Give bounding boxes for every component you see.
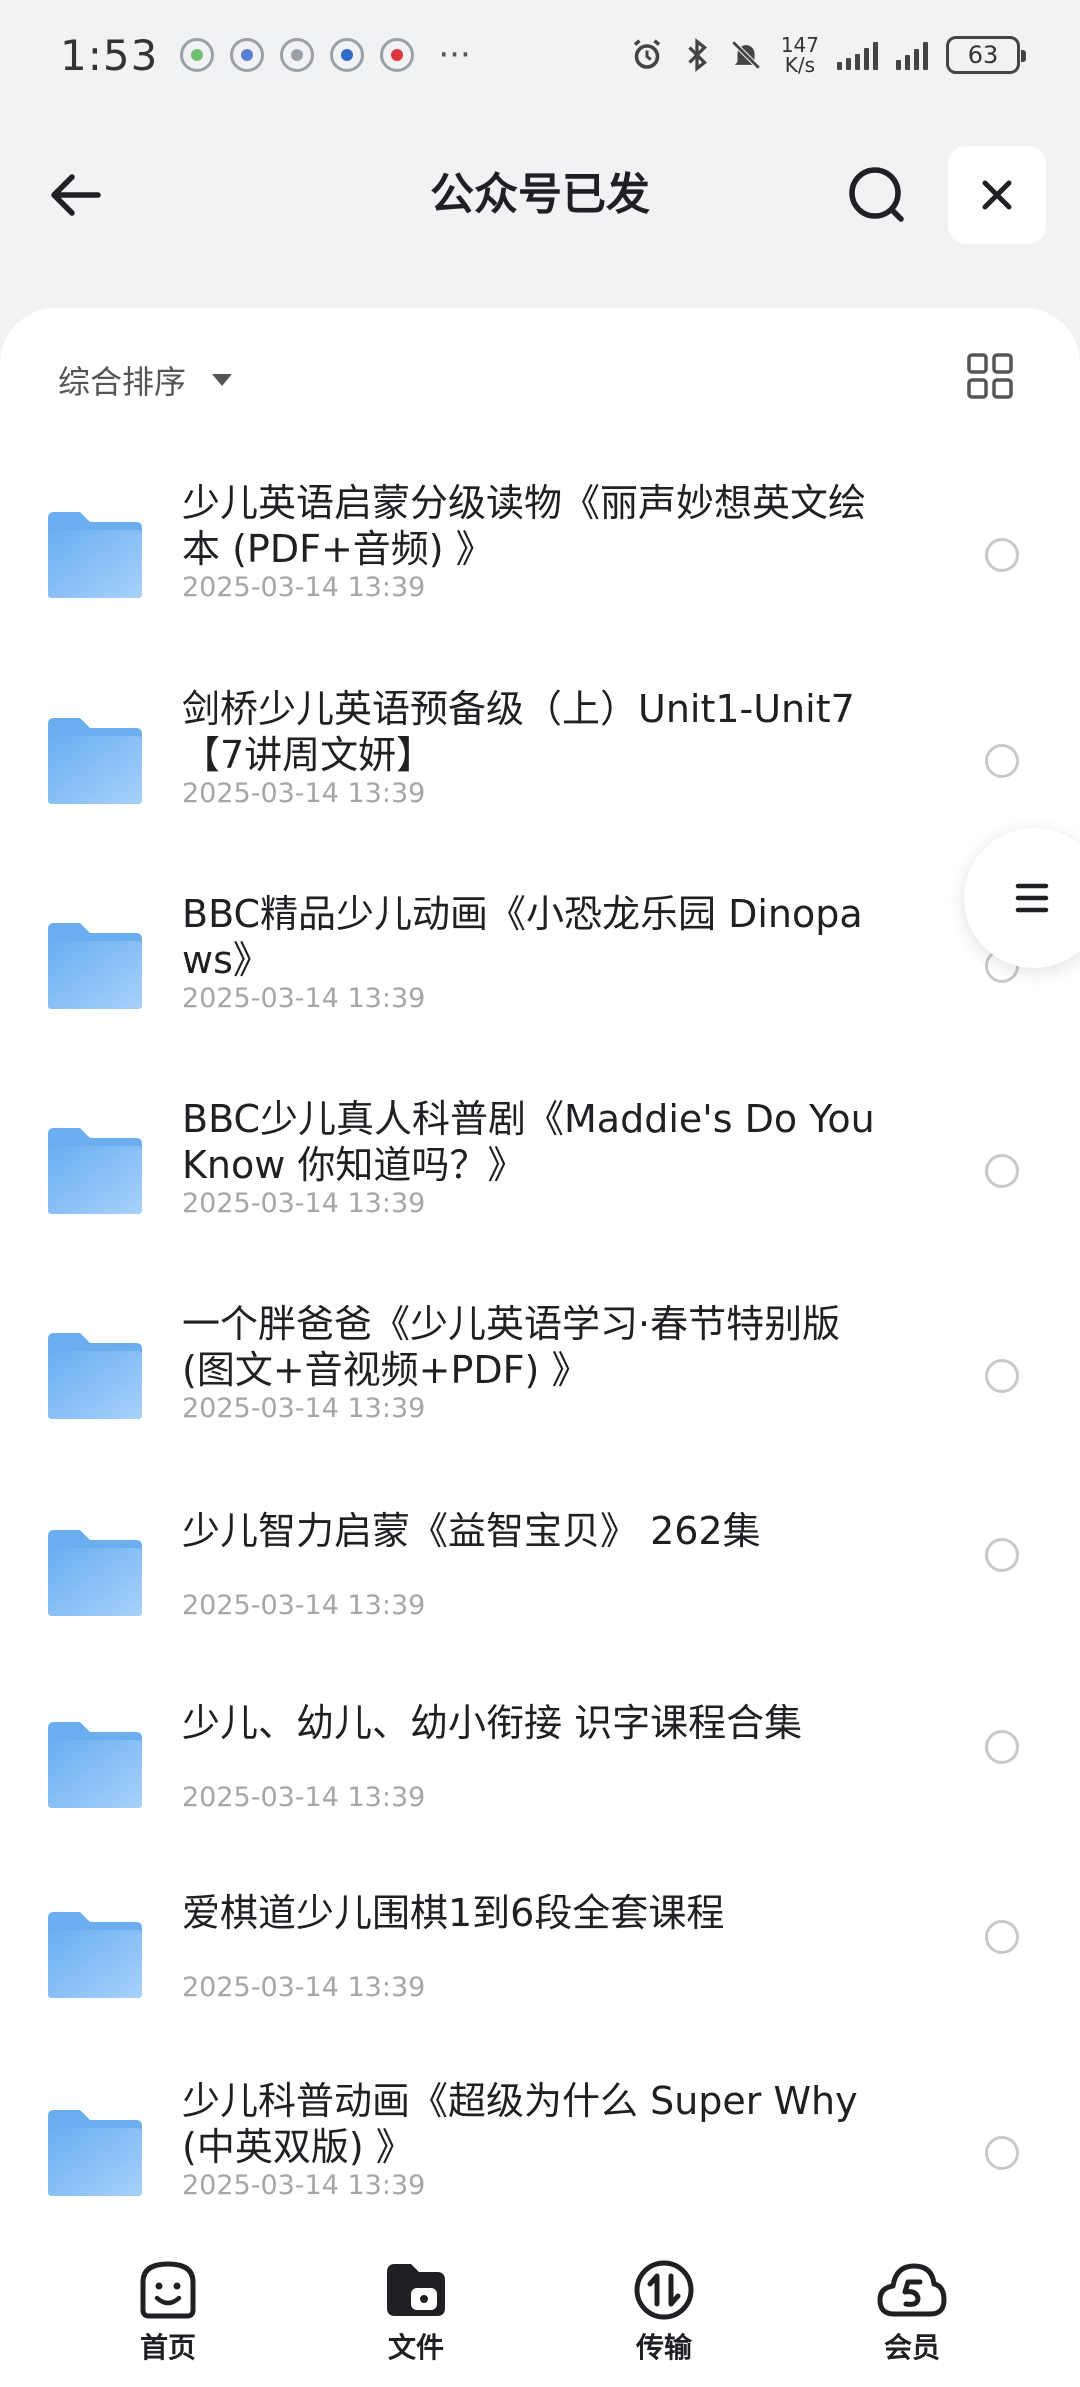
file-name: 一个胖爸爸《少儿英语学习·春节特别版 (图文+音视频+PDF) 》 — [182, 1302, 841, 1392]
select-checkbox[interactable] — [985, 1154, 1019, 1188]
status-time: 1:53 — [60, 30, 159, 80]
bottom-nav: 首页 文件 传输 会员 — [0, 2240, 1080, 2387]
file-date: 2025-03-14 13:39 — [182, 1972, 426, 2003]
folder-icon — [48, 1912, 142, 1998]
folder-icon — [48, 512, 142, 598]
folder-icon — [48, 923, 142, 1009]
network-speed: 147 K/s — [780, 33, 819, 77]
nav-vip[interactable]: 会员 — [788, 2240, 1036, 2387]
file-row[interactable]: 一个胖爸爸《少儿英语学习·春节特别版 (图文+音视频+PDF) 》 2025-03… — [0, 1301, 1080, 1481]
file-panel: 综合排序 少儿英语启蒙分级读物《丽声妙想英文绘本 (PDF+音频) 》 2025-… — [0, 308, 1080, 2387]
bluetooth-icon — [688, 38, 707, 72]
dropdown-caret-icon — [212, 374, 233, 386]
menu-list-icon — [1015, 883, 1049, 913]
nav-files[interactable]: 文件 — [292, 2240, 540, 2387]
select-checkbox[interactable] — [985, 744, 1019, 778]
select-checkbox[interactable] — [985, 538, 1019, 572]
file-date: 2025-03-14 13:39 — [182, 983, 426, 1014]
file-row[interactable]: 少儿智力启蒙《益智宝贝》 262集 2025-03-14 13:39 — [0, 1498, 1080, 1678]
file-date: 2025-03-14 13:39 — [182, 1590, 426, 1621]
file-row[interactable]: 剑桥少儿英语预备级（上）Unit1-Unit7 【7讲周文妍】 2025-03-1… — [0, 686, 1080, 866]
grid-view-icon[interactable] — [966, 352, 1014, 400]
signal-strength-icon — [896, 40, 928, 70]
file-name: 少儿、幼儿、幼小衔接 识字课程合集 — [182, 1701, 803, 1745]
select-checkbox[interactable] — [985, 1538, 1019, 1572]
file-date: 2025-03-14 13:39 — [182, 1782, 426, 1813]
close-icon — [982, 180, 1012, 210]
file-name: 少儿英语启蒙分级读物《丽声妙想英文绘本 (PDF+音频) 》 — [182, 481, 867, 571]
file-date: 2025-03-14 13:39 — [182, 572, 426, 603]
sort-dropdown[interactable]: 综合排序 — [58, 350, 233, 410]
header: 公众号已发 — [0, 130, 1080, 260]
file-date: 2025-03-14 13:39 — [182, 2170, 426, 2201]
nav-home[interactable]: 首页 — [44, 2240, 292, 2387]
file-row[interactable]: 少儿、幼儿、幼小衔接 识字课程合集 2025-03-14 13:39 — [0, 1690, 1080, 1870]
more-notifications-icon: ··· — [438, 35, 471, 75]
file-name: 少儿智力启蒙《益智宝贝》 262集 — [182, 1509, 761, 1553]
nav-label: 首页 — [139, 2331, 196, 2364]
app-notification-icon — [230, 38, 265, 72]
battery-indicator: 63 — [946, 36, 1026, 74]
home-smile-icon — [140, 2261, 196, 2319]
nav-label: 文件 — [387, 2331, 444, 2364]
mute-bell-icon — [731, 40, 761, 70]
status-bar: 1:53 ··· 147 K/s 63 — [0, 0, 1080, 110]
back-arrow-icon[interactable] — [40, 160, 110, 230]
app-notification-icon — [380, 38, 415, 72]
file-row[interactable]: BBC少儿真人科普剧《Maddie's Do You Know 你知道吗？》 20… — [0, 1096, 1080, 1276]
folder-icon — [48, 1530, 142, 1616]
sort-label: 综合排序 — [58, 363, 187, 401]
nav-label: 传输 — [635, 2331, 692, 2364]
vip-cloud-icon — [877, 2263, 947, 2317]
status-indicators: 147 K/s 63 — [629, 33, 1026, 77]
file-name: BBC少儿真人科普剧《Maddie's Do You Know 你知道吗？》 — [182, 1097, 875, 1187]
file-row[interactable]: BBC精品少儿动画《小恐龙乐园 Dinopaws》 2025-03-14 13:3… — [0, 891, 1080, 1071]
app-notification-icon — [330, 38, 365, 72]
file-row[interactable]: 少儿英语启蒙分级读物《丽声妙想英文绘本 (PDF+音频) 》 2025-03-14… — [0, 480, 1080, 660]
folder-icon — [48, 718, 142, 804]
file-name: BBC精品少儿动画《小恐龙乐园 Dinopaws》 — [182, 892, 863, 982]
file-row[interactable]: 爱棋道少儿围棋1到6段全套课程 2025-03-14 13:39 — [0, 1880, 1080, 2060]
search-icon[interactable] — [842, 160, 912, 230]
file-name: 剑桥少儿英语预备级（上）Unit1-Unit7 【7讲周文妍】 — [182, 687, 855, 777]
file-name: 少儿科普动画《超级为什么 Super Why (中英双版) 》 — [182, 2079, 858, 2169]
alarm-icon — [633, 39, 660, 69]
file-date: 2025-03-14 13:39 — [182, 1188, 426, 1219]
page-title: 公众号已发 — [430, 169, 650, 220]
select-checkbox[interactable] — [985, 1730, 1019, 1764]
folder-icon — [48, 1722, 142, 1808]
select-checkbox[interactable] — [985, 2136, 1019, 2170]
app-notification-icon — [280, 38, 315, 72]
select-checkbox[interactable] — [985, 1359, 1019, 1393]
nav-label: 会员 — [883, 2331, 940, 2364]
folder-icon — [48, 2110, 142, 2196]
transfer-icon — [634, 2260, 694, 2320]
signal-strength-icon — [837, 40, 878, 70]
status-app-icons: ··· — [180, 35, 471, 75]
nav-transfer[interactable]: 传输 — [540, 2240, 788, 2387]
close-button[interactable] — [948, 146, 1046, 244]
select-checkbox[interactable] — [985, 1920, 1019, 1954]
app-notification-icon — [180, 38, 215, 72]
folder-icon — [48, 1333, 142, 1419]
file-row[interactable]: 少儿科普动画《超级为什么 Super Why (中英双版) 》 2025-03-1… — [0, 2078, 1080, 2258]
file-date: 2025-03-14 13:39 — [182, 778, 426, 809]
file-folder-icon — [387, 2264, 445, 2316]
folder-icon — [48, 1128, 142, 1214]
file-name: 爱棋道少儿围棋1到6段全套课程 — [182, 1891, 725, 1935]
file-date: 2025-03-14 13:39 — [182, 1393, 426, 1424]
